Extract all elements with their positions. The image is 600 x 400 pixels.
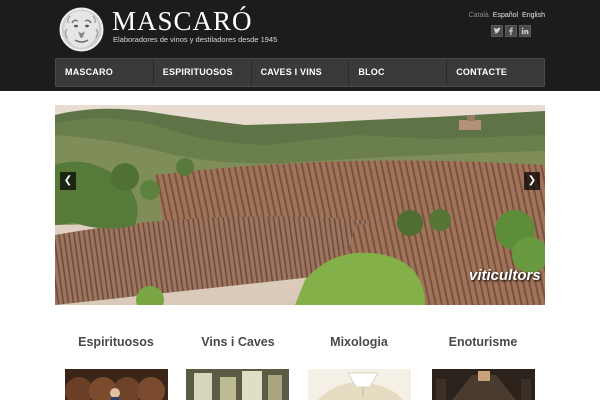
hero-slider[interactable]: viticultors [55, 105, 545, 305]
nav-item-contacte[interactable]: CONTACTE [447, 59, 544, 86]
slide-caption: viticultors [469, 267, 541, 284]
nav-item-mascaro[interactable]: MASCARO [56, 59, 154, 86]
brand-tagline: Elaboradores de vinos y destiladores des… [113, 35, 278, 44]
linkedin-icon[interactable] [519, 25, 531, 37]
nav-item-bloc[interactable]: BLOC [349, 59, 448, 86]
category-title-vins-i-caves[interactable]: Vins i Caves [183, 334, 293, 350]
language-link-espanol[interactable]: Español [493, 12, 518, 19]
language-link-catala[interactable]: Català [469, 12, 489, 19]
language-switcher: Català Español English [467, 11, 545, 20]
category-title-enoturisme[interactable]: Enoturisme [428, 334, 538, 350]
language-link-english[interactable]: English [522, 12, 545, 19]
nav-item-caves-i-vins[interactable]: CAVES I VINS [252, 59, 350, 86]
chevron-left-icon[interactable]: ❮ [60, 172, 76, 190]
category-image-vins-i-caves[interactable] [186, 369, 289, 400]
main-navigation: MASCARO ESPIRITUOSOS CAVES I VINS BLOC C… [55, 58, 545, 87]
category-title-mixologia[interactable]: Mixologia [304, 334, 414, 350]
lion-logo-icon[interactable] [58, 7, 105, 52]
category-image-espirituosos[interactable] [65, 369, 168, 400]
brand-name[interactable]: MASCARÓ [112, 6, 253, 36]
facebook-icon[interactable] [505, 25, 517, 37]
category-image-mixologia[interactable] [308, 369, 411, 400]
chevron-right-icon[interactable]: ❯ [524, 172, 540, 190]
twitter-icon[interactable] [491, 25, 503, 37]
category-title-espirituosos[interactable]: Espirituosos [61, 334, 171, 350]
nav-item-espirituosos[interactable]: ESPIRITUOSOS [154, 59, 252, 86]
category-image-enoturisme[interactable] [432, 369, 535, 400]
site-header: MASCARÓ Elaboradores de vinos y destilad… [0, 0, 600, 91]
